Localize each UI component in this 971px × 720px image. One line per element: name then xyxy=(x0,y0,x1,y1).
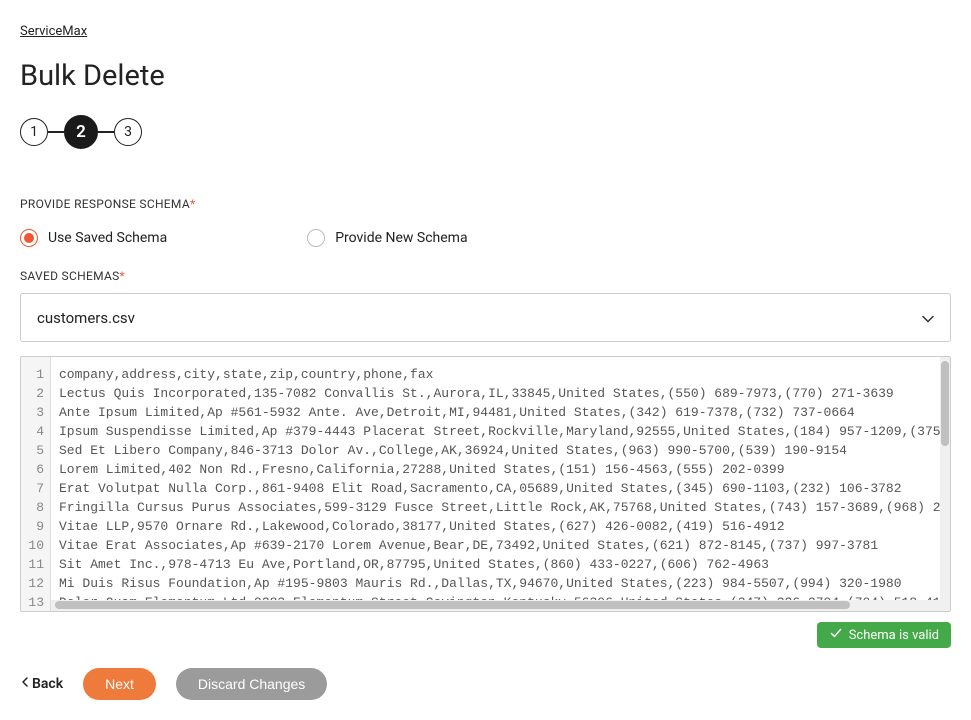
code-line: Erat Volutpat Nulla Corp.,861-9408 Elit … xyxy=(59,479,932,498)
breadcrumb-link[interactable]: ServiceMax xyxy=(20,24,87,39)
radio-icon xyxy=(307,229,325,247)
stepper: 1 2 3 xyxy=(20,115,951,149)
code-line: Ante Ipsum Limited,Ap #561-5932 Ante. Av… xyxy=(59,403,932,422)
radio-icon xyxy=(20,229,38,247)
horizontal-scrollbar[interactable] xyxy=(51,600,940,611)
required-marker: * xyxy=(120,269,125,283)
code-line: Lectus Quis Incorporated,135-7082 Conval… xyxy=(59,384,932,403)
footer: Back Next Discard Changes xyxy=(20,668,951,700)
saved-schemas-dropdown[interactable]: customers.csv xyxy=(20,293,951,342)
code-line: Sed Et Libero Company,846-3713 Dolor Av.… xyxy=(59,441,932,460)
code-line: Lorem Limited,402 Non Rd.,Fresno,Califor… xyxy=(59,460,932,479)
next-button[interactable]: Next xyxy=(83,668,156,700)
code-line: Sit Amet Inc.,978-4713 Eu Ave,Portland,O… xyxy=(59,555,932,574)
page-title: Bulk Delete xyxy=(20,59,951,93)
line-gutter: 12345678910111213 xyxy=(21,357,51,611)
radio-use-saved-schema[interactable]: Use Saved Schema xyxy=(20,229,167,247)
status-badge: Schema is valid xyxy=(817,622,951,648)
required-marker: * xyxy=(190,197,195,211)
scrollbar-thumb[interactable] xyxy=(55,601,850,609)
code-line: Fringilla Cursus Purus Associates,599-31… xyxy=(59,498,932,517)
step-2[interactable]: 2 xyxy=(64,115,98,149)
check-icon xyxy=(829,626,843,644)
chevron-left-icon xyxy=(20,676,30,692)
step-3[interactable]: 3 xyxy=(114,118,142,146)
step-line xyxy=(48,131,64,133)
code-line: Ipsum Suspendisse Limited,Ap #379-4443 P… xyxy=(59,422,932,441)
code-line: Mi Duis Risus Foundation,Ap #195-9803 Ma… xyxy=(59,574,932,593)
back-button[interactable]: Back xyxy=(20,676,63,692)
code-line: Vitae LLP,9570 Ornare Rd.,Lakewood,Color… xyxy=(59,517,932,536)
saved-schemas-label: SAVED SCHEMAS* xyxy=(20,269,951,283)
vertical-scrollbar[interactable] xyxy=(940,357,950,611)
code-line: Vitae Erat Associates,Ap #639-2170 Lorem… xyxy=(59,536,932,555)
step-line xyxy=(98,131,114,133)
dropdown-value: customers.csv xyxy=(37,309,135,327)
code-content[interactable]: company,address,city,state,zip,country,p… xyxy=(51,357,940,611)
radio-label: Provide New Schema xyxy=(335,230,467,246)
discard-changes-button[interactable]: Discard Changes xyxy=(176,668,327,700)
chevron-down-icon xyxy=(922,308,934,327)
status-text: Schema is valid xyxy=(849,628,939,643)
schema-radio-group: Use Saved Schema Provide New Schema xyxy=(20,229,951,247)
step-1[interactable]: 1 xyxy=(20,118,48,146)
code-editor[interactable]: 12345678910111213 company,address,city,s… xyxy=(20,356,951,612)
scrollbar-thumb[interactable] xyxy=(941,361,949,446)
radio-provide-new-schema[interactable]: Provide New Schema xyxy=(307,229,467,247)
code-line: company,address,city,state,zip,country,p… xyxy=(59,365,932,384)
schema-section-label: PROVIDE RESPONSE SCHEMA* xyxy=(20,197,951,211)
back-label: Back xyxy=(32,676,63,692)
radio-label: Use Saved Schema xyxy=(48,230,167,246)
